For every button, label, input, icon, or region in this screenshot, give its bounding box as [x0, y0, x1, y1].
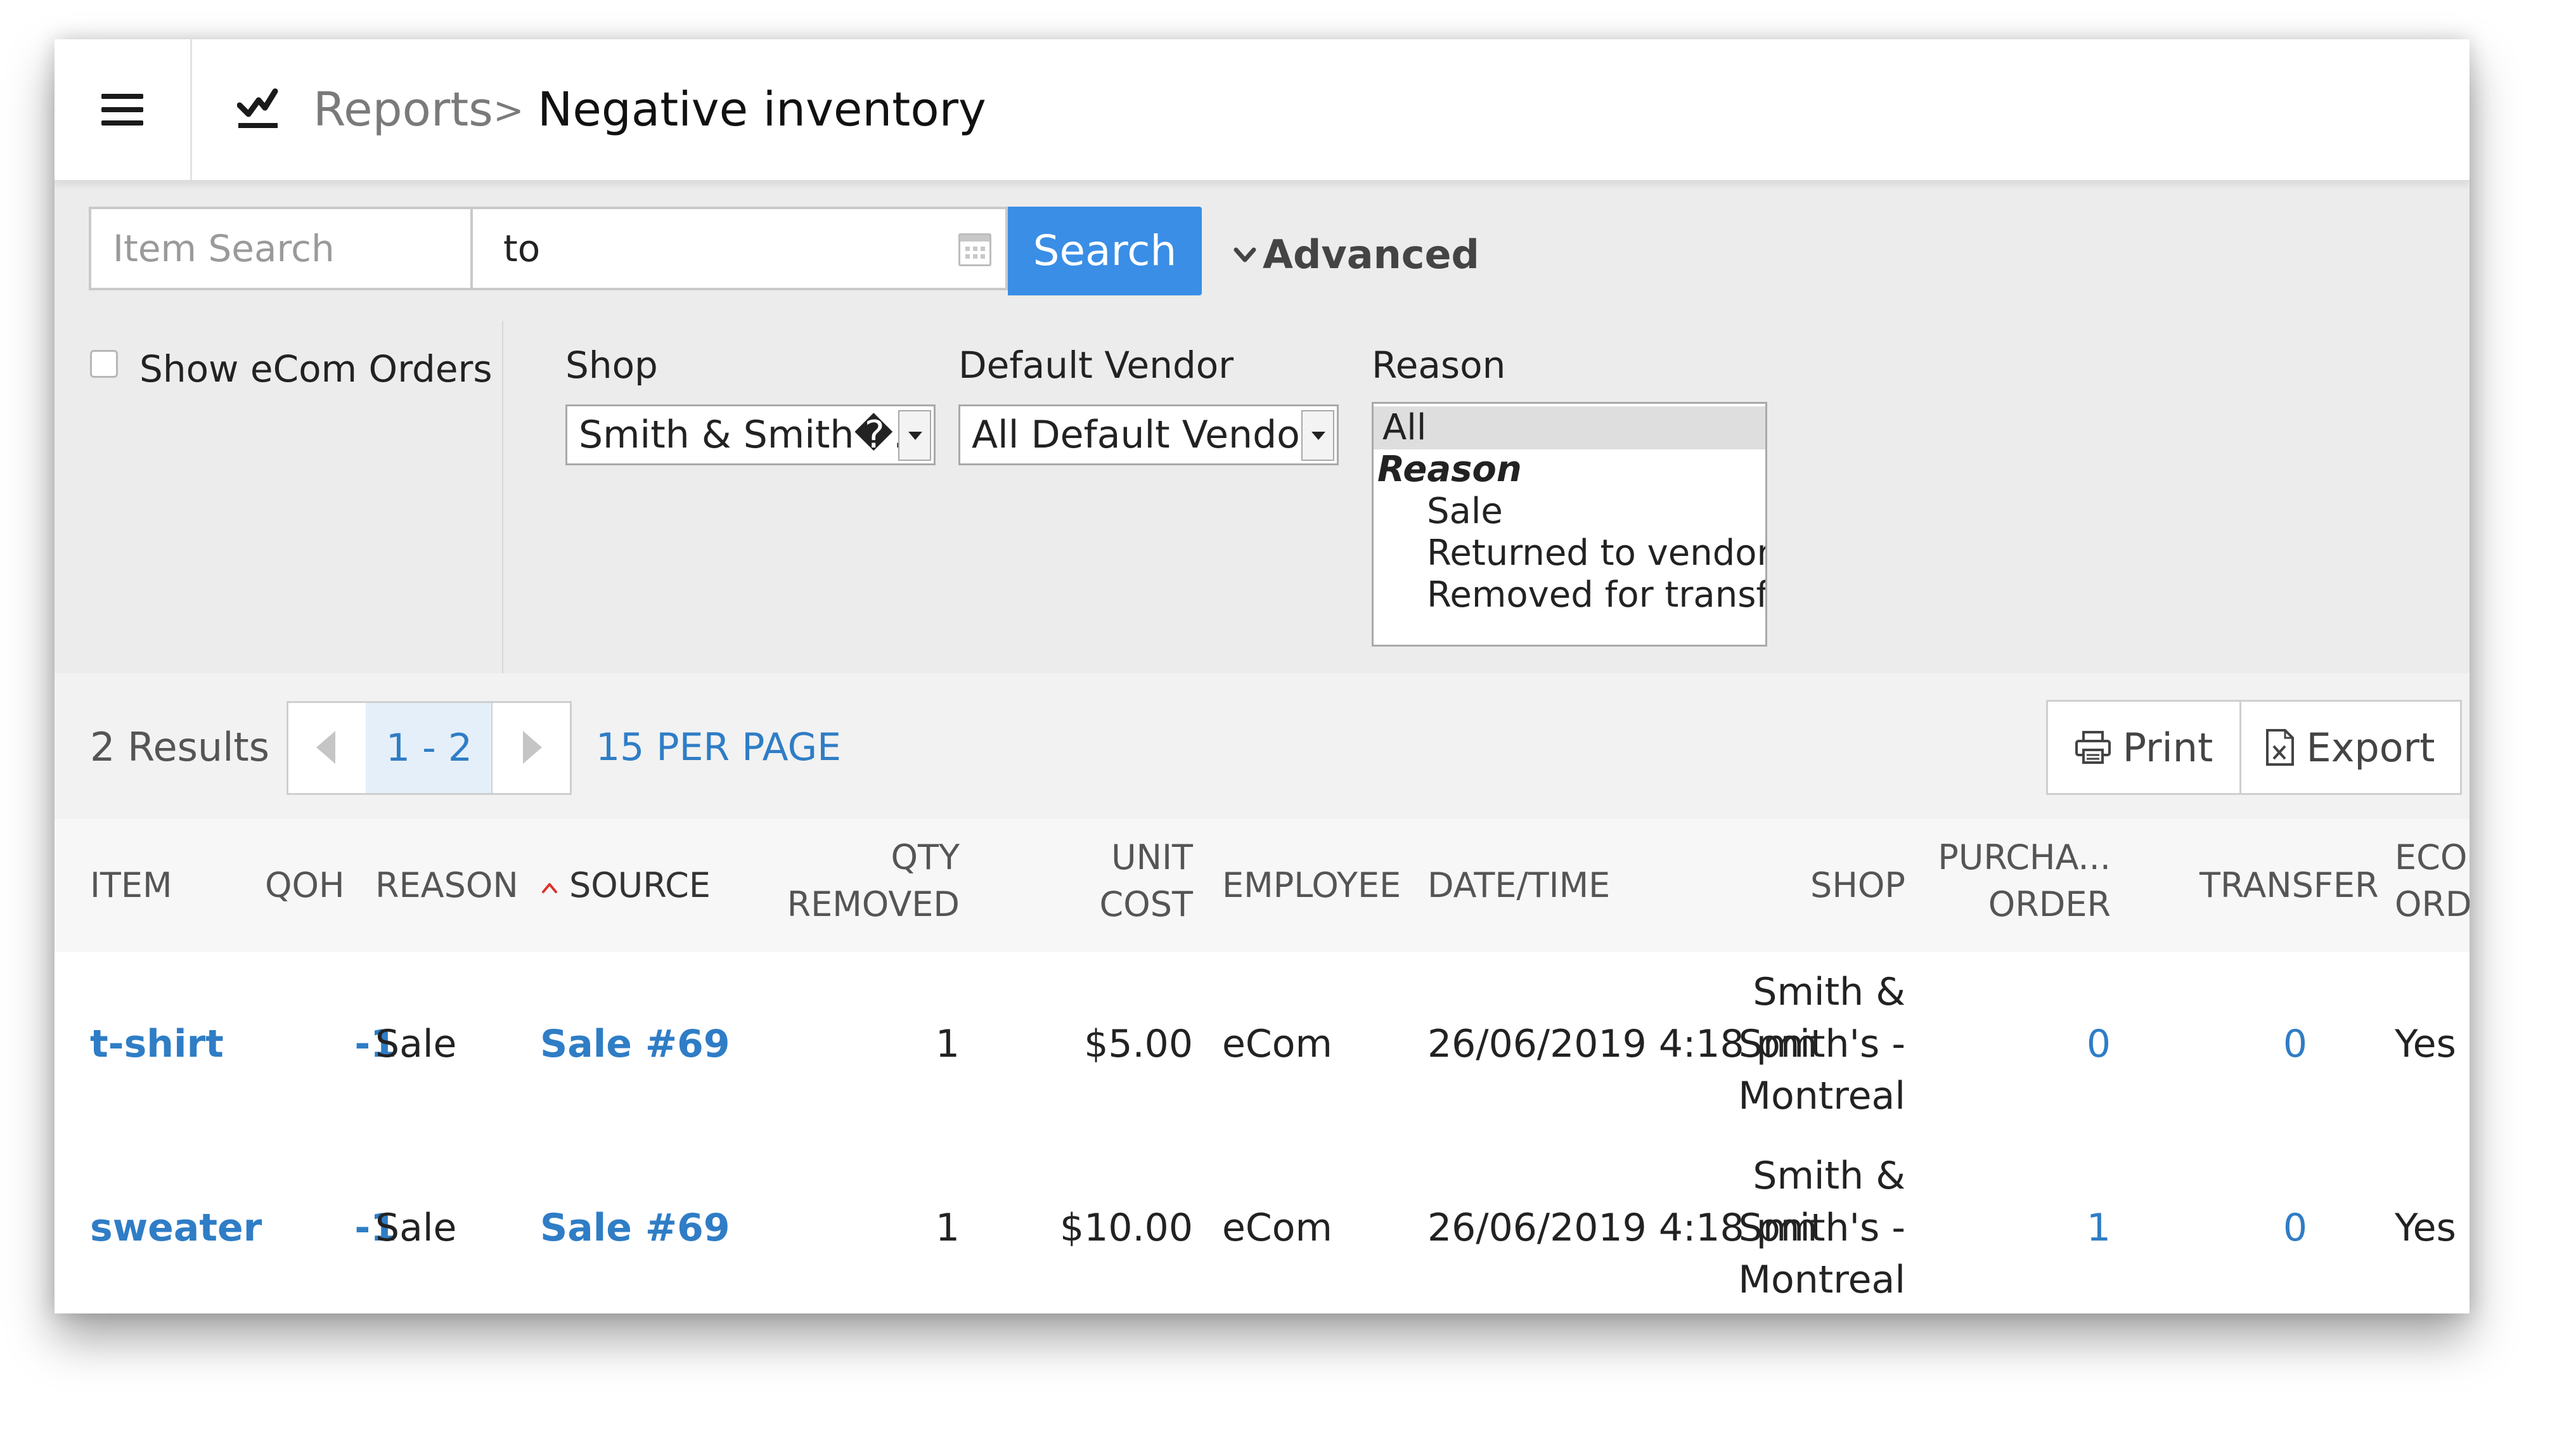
- page-header: Reports > Negative inventory: [55, 39, 2470, 181]
- page-title: Negative inventory: [538, 82, 986, 137]
- column-header-employee[interactable]: EMPLOYEE: [1222, 862, 1401, 909]
- app-window: Reports > Negative inventory Item Search…: [55, 39, 2470, 1313]
- results-toolbar: 2 Results 1 - 2 15 PER PAGE Print Export: [55, 673, 2470, 820]
- source-link[interactable]: Sale #69: [540, 1202, 730, 1254]
- reason-option-all[interactable]: All: [1374, 406, 1765, 449]
- shop-value-line3: Montreal: [1738, 1258, 1905, 1302]
- shop-select-value: Smith & Smith�...: [579, 413, 930, 457]
- export-label: Export: [2306, 724, 2435, 771]
- unit-cost-value: $10.00: [1060, 1206, 1193, 1250]
- reason-filter-label: Reason: [1372, 344, 1506, 387]
- column-header-unit-cost-line1[interactable]: UNIT: [1111, 834, 1193, 881]
- table-header: ITEM QOH REASON SOURCE QTY REMOVED UNIT …: [55, 819, 2470, 954]
- advanced-filters-panel: Show eCom Orders Shop Smith & Smith�... …: [55, 321, 2470, 675]
- reason-option-removed-for-transfer[interactable]: Removed for transfer: [1374, 574, 1765, 617]
- dropdown-arrow-icon: [898, 410, 931, 461]
- item-link[interactable]: t-shirt: [90, 1018, 224, 1070]
- shop-filter-label: Shop: [565, 344, 658, 387]
- column-header-source[interactable]: SOURCE: [540, 862, 711, 909]
- reports-chart-icon: [237, 88, 278, 128]
- vendor-select-value: All Default Vendors: [972, 413, 1336, 457]
- vendor-filter-label: Default Vendor: [958, 344, 1234, 387]
- shop-value-line1: Smith &: [1753, 1154, 1905, 1198]
- show-ecom-label[interactable]: Show eCom Orders: [139, 344, 493, 394]
- show-ecom-checkbox[interactable]: [90, 350, 118, 378]
- prev-page-icon[interactable]: [288, 703, 367, 793]
- vendor-select[interactable]: All Default Vendors: [958, 404, 1339, 465]
- shop-value-line2: Smith's -: [1738, 1022, 1905, 1066]
- column-header-qty-removed-line1[interactable]: QTY: [891, 834, 960, 881]
- calendar-icon[interactable]: [958, 233, 991, 266]
- column-header-purchase-order-line1[interactable]: PURCHA...: [1938, 834, 2111, 881]
- sort-ascending-icon: [542, 883, 557, 894]
- breadcrumb-separator-icon: >: [493, 89, 524, 132]
- dropdown-arrow-icon: [1301, 410, 1334, 461]
- results-count: 2 Results: [90, 724, 270, 770]
- menu-button[interactable]: [55, 39, 192, 180]
- filters-divider: [502, 321, 503, 673]
- column-header-source-label: SOURCE: [569, 865, 711, 905]
- shop-value-line3: Montreal: [1738, 1074, 1905, 1118]
- printer-icon: [2075, 731, 2111, 764]
- excel-file-icon: [2265, 729, 2294, 766]
- column-header-qty-removed-line2[interactable]: REMOVED: [787, 881, 960, 928]
- reason-optgroup-label: Reason: [1377, 449, 1522, 490]
- advanced-label: Advanced: [1263, 231, 1479, 278]
- reason-option-sale[interactable]: Sale: [1374, 490, 1765, 533]
- qty-removed-value: 1: [935, 1206, 960, 1250]
- item-search-input[interactable]: Item Search: [89, 207, 473, 290]
- breadcrumb-reports-link[interactable]: Reports: [313, 75, 493, 145]
- column-header-ecom-order-line1[interactable]: ECOM: [2395, 834, 2470, 881]
- purchase-order-link[interactable]: 0: [2087, 1018, 2111, 1070]
- source-link[interactable]: Sale #69: [540, 1018, 730, 1070]
- reason-value: Sale: [375, 1206, 457, 1250]
- table-row: t-shirt -1 Sale Sale #69 1 $5.00 eCom 26…: [55, 952, 2470, 1137]
- qty-removed-value: 1: [935, 1022, 960, 1066]
- ecom-order-value: Yes: [2395, 1022, 2456, 1066]
- search-button[interactable]: Search: [1008, 207, 1202, 295]
- transfer-link[interactable]: 0: [2283, 1202, 2307, 1254]
- pagination: 1 - 2: [287, 701, 572, 795]
- reason-value: Sale: [375, 1022, 457, 1066]
- shop-value-line1: Smith &: [1753, 970, 1905, 1014]
- export-button[interactable]: Export: [2239, 702, 2460, 793]
- item-link[interactable]: sweater: [90, 1202, 262, 1254]
- employee-value: eCom: [1222, 1206, 1332, 1250]
- date-range-input[interactable]: to: [473, 207, 1008, 290]
- reason-option-returned-to-vendor[interactable]: Returned to vendor: [1374, 532, 1765, 575]
- date-range-value: to: [503, 227, 541, 270]
- ecom-order-value: Yes: [2395, 1206, 2456, 1250]
- column-header-qoh[interactable]: QOH: [265, 862, 345, 909]
- search-bar: Item Search to Search Advanced: [55, 180, 2470, 323]
- chevron-down-icon: [1233, 247, 1256, 262]
- table-row: sweater -1 Sale Sale #69 1 $10.00 eCom 2…: [55, 1136, 2470, 1313]
- column-header-ecom-order-line2[interactable]: ORDER: [2395, 881, 2470, 928]
- column-header-reason[interactable]: REASON: [375, 862, 518, 909]
- unit-cost-value: $5.00: [1084, 1022, 1193, 1066]
- column-header-shop[interactable]: SHOP: [1810, 862, 1905, 909]
- shop-value-line2: Smith's -: [1738, 1206, 1905, 1250]
- action-button-group: Print Export: [2046, 700, 2462, 795]
- hamburger-icon: [101, 94, 143, 126]
- print-button[interactable]: Print: [2048, 702, 2241, 793]
- shop-select[interactable]: Smith & Smith�...: [565, 404, 936, 465]
- advanced-toggle[interactable]: Advanced: [1232, 229, 1479, 280]
- column-header-transfer[interactable]: TRANSFER: [2199, 862, 2379, 909]
- employee-value: eCom: [1222, 1022, 1332, 1066]
- transfer-link[interactable]: 0: [2283, 1018, 2307, 1070]
- next-page-icon[interactable]: [491, 703, 570, 793]
- per-page-selector[interactable]: 15 PER PAGE: [596, 720, 841, 775]
- print-label: Print: [2122, 724, 2213, 771]
- column-header-purchase-order-line2[interactable]: ORDER: [1988, 881, 2111, 928]
- column-header-datetime[interactable]: DATE/TIME: [1427, 862, 1610, 909]
- reason-listbox[interactable]: All Reason Sale Returned to vendor Remov…: [1372, 402, 1767, 647]
- column-header-item[interactable]: ITEM: [90, 862, 172, 909]
- current-page-range[interactable]: 1 - 2: [366, 703, 493, 793]
- column-header-unit-cost-line2[interactable]: COST: [1100, 881, 1193, 928]
- purchase-order-link[interactable]: 1: [2087, 1202, 2111, 1254]
